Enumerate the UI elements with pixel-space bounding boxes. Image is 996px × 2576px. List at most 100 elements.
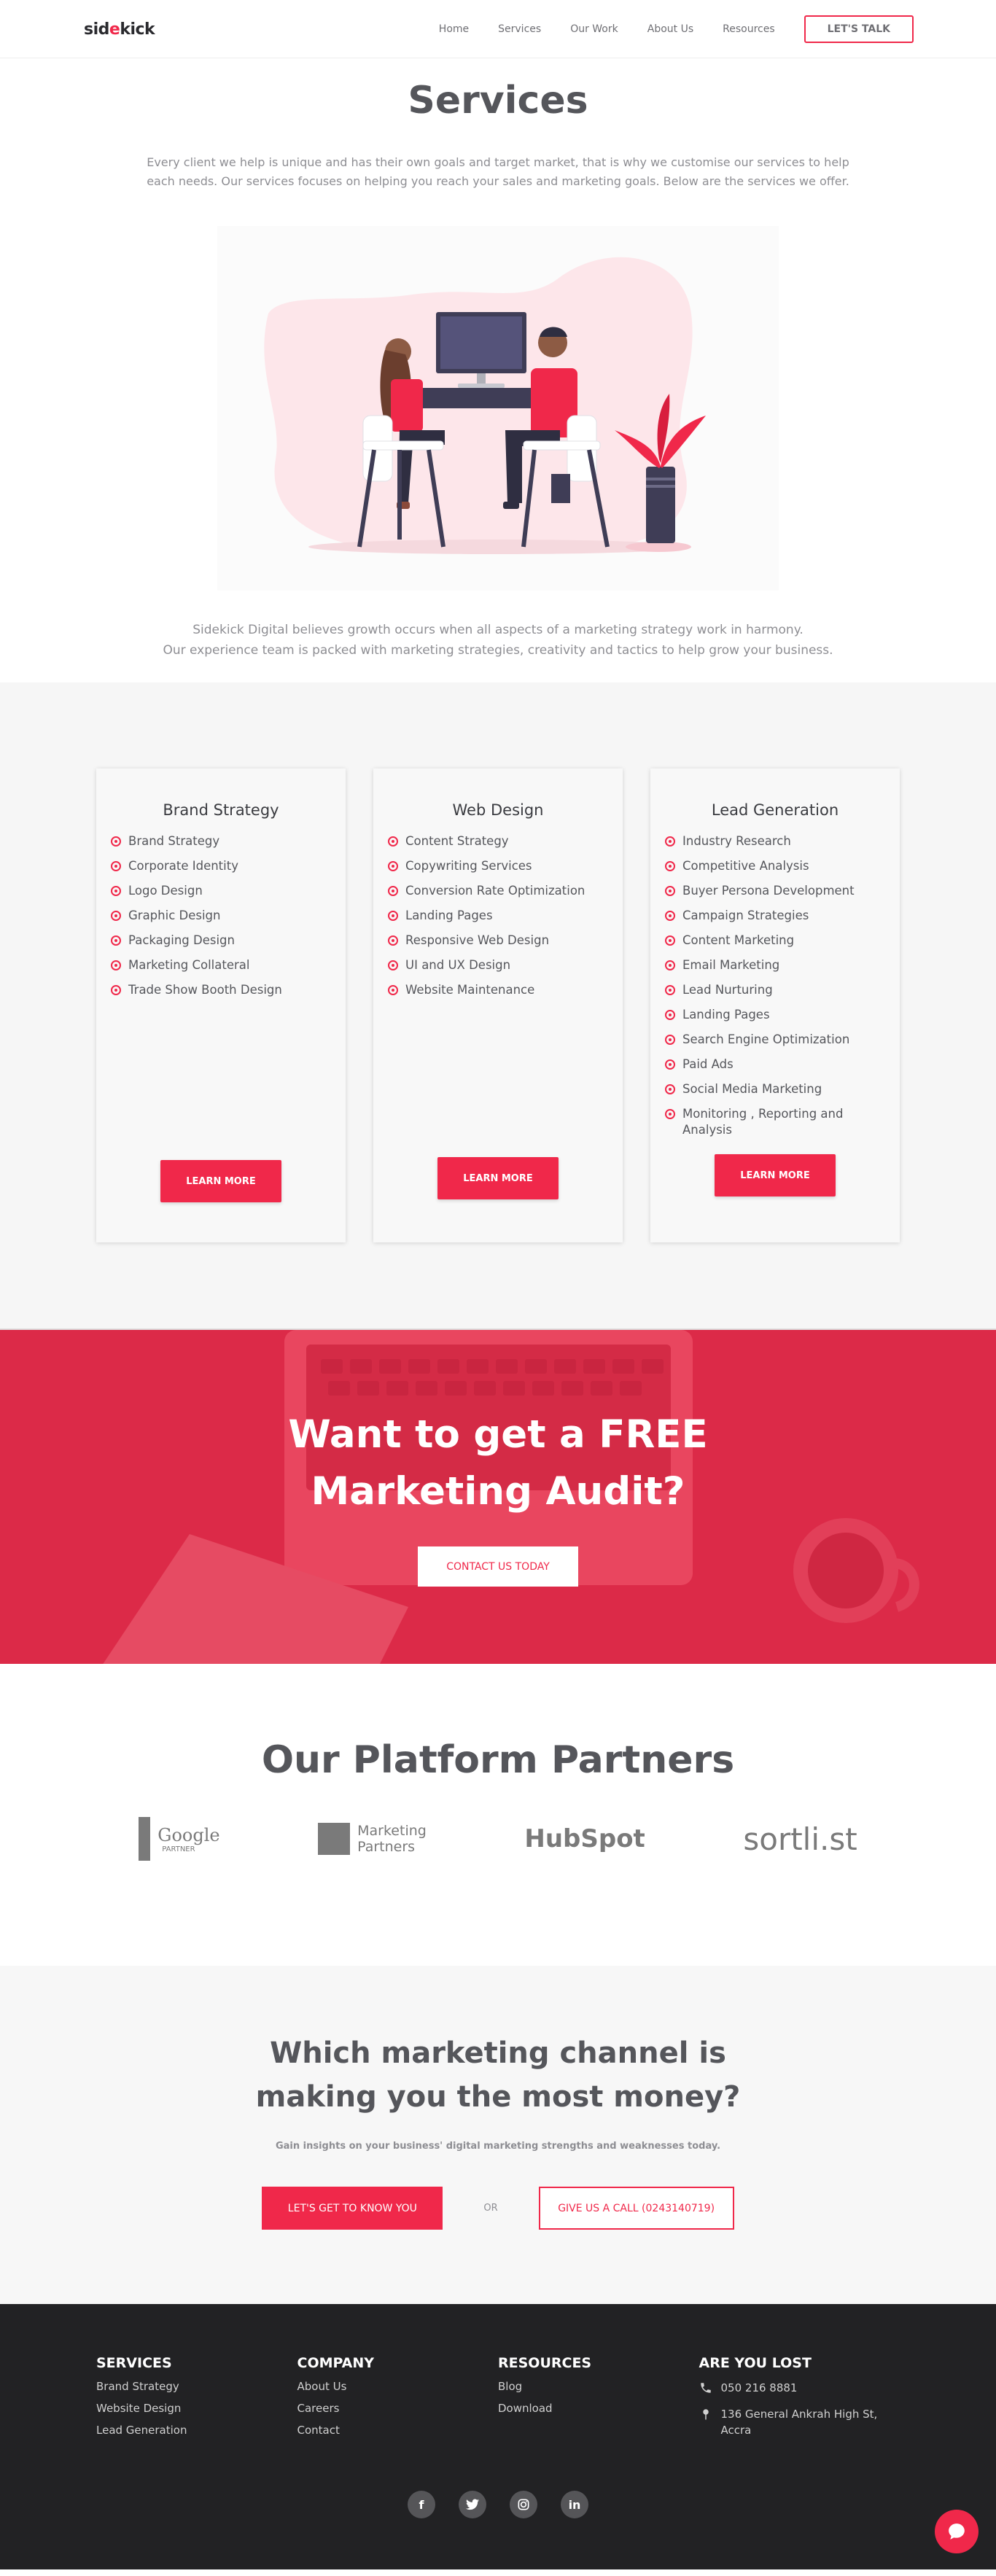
call-us-button[interactable]: GIVE US A CALL (0243140719): [538, 2187, 734, 2230]
circle-bullet-icon: [388, 935, 398, 946]
audit-heading: Want to get a FREE Marketing Audit?: [0, 1406, 996, 1520]
card-list: Content Strategy Copywriting Services Co…: [388, 833, 608, 998]
sortlist-logo: sortli.st: [743, 1821, 857, 1857]
circle-bullet-icon: [111, 960, 121, 970]
circle-bullet-icon: [388, 985, 398, 995]
learn-more-button[interactable]: LEARN MORE: [715, 1154, 836, 1196]
footer-link-blog[interactable]: Blog: [498, 2380, 699, 2393]
list-item: Responsive Web Design: [388, 933, 608, 949]
get-to-know-you-button[interactable]: LET'S GET TO KNOW YOU: [262, 2187, 443, 2230]
service-cards-section: Brand Strategy Brand Strategy Corporate …: [0, 682, 996, 1328]
list-item: Trade Show Booth Design: [111, 982, 331, 998]
card-brand-strategy: Brand Strategy Brand Strategy Corporate …: [96, 768, 346, 1242]
card-title: Brand Strategy: [163, 801, 279, 819]
twitter-icon[interactable]: [459, 2491, 486, 2518]
google-partner-logo: Google PARTNER: [139, 1817, 220, 1861]
circle-bullet-icon: [388, 886, 398, 896]
circle-bullet-icon: [665, 911, 675, 921]
circle-bullet-icon: [665, 985, 675, 995]
footer-heading: ARE YOU LOST: [699, 2355, 812, 2371]
facebook-icon[interactable]: f: [408, 2491, 435, 2518]
card-lead-generation: Lead Generation Industry Research Compet…: [650, 768, 900, 1242]
channel-cta-section: Which marketing channel is making you th…: [0, 1966, 996, 2304]
footer-link-website-design[interactable]: Website Design: [96, 2402, 297, 2415]
list-item: Campaign Strategies: [665, 908, 885, 924]
card-title: Lead Generation: [711, 801, 839, 819]
list-item: Social Media Marketing: [665, 1081, 885, 1097]
audit-heading-line-2: Marketing Audit?: [311, 1469, 685, 1514]
footer-link-careers[interactable]: Careers: [297, 2402, 499, 2415]
circle-bullet-icon: [665, 836, 675, 847]
contact-us-button[interactable]: CONTACT US TODAY: [418, 1546, 578, 1587]
circle-bullet-icon: [665, 1010, 675, 1020]
audit-heading-line-1: Want to get a FREE: [288, 1412, 708, 1457]
cta-subtitle: Gain insights on your business' digital …: [275, 2141, 721, 2152]
card-list: Industry Research Competitive Analysis B…: [665, 833, 885, 1138]
marketing-partners-logo: Marketing Partners: [318, 1823, 427, 1855]
list-item: Marketing Collateral: [111, 957, 331, 973]
partners-section: Our Platform Partners Google PARTNER Mar…: [0, 1664, 996, 1966]
list-item: Lead Nurturing: [665, 982, 885, 998]
footer-link-brand-strategy[interactable]: Brand Strategy: [96, 2380, 297, 2393]
chat-widget-button[interactable]: [935, 2510, 979, 2553]
footer-contact-column: ARE YOU LOST 050 216 8881 136 General An…: [699, 2355, 900, 2448]
footer-heading: COMPANY: [297, 2355, 375, 2371]
linkedin-icon[interactable]: in: [561, 2491, 588, 2518]
list-item: Monitoring , Reporting and Analysis: [665, 1106, 885, 1138]
circle-bullet-icon: [665, 935, 675, 946]
circle-bullet-icon: [111, 935, 121, 946]
list-item: Copywriting Services: [388, 858, 608, 874]
footer-link-about-us[interactable]: About Us: [297, 2380, 499, 2393]
circle-bullet-icon: [111, 886, 121, 896]
sidekick-logo[interactable]: sidekick: [84, 20, 155, 39]
list-item: Buyer Persona Development: [665, 883, 885, 899]
logo-dot: e: [109, 20, 120, 39]
hubspot-logo: HubSpot: [524, 1824, 645, 1853]
footer-heading: SERVICES: [96, 2355, 172, 2371]
list-item: Corporate Identity: [111, 858, 331, 874]
logo-text-start: sid: [84, 20, 109, 39]
circle-bullet-icon: [111, 985, 121, 995]
card-title: Web Design: [452, 801, 544, 819]
nav-resources[interactable]: Resources: [723, 23, 775, 35]
chat-bubble-icon: [949, 2524, 965, 2540]
lets-talk-button[interactable]: LET'S TALK: [804, 15, 914, 43]
footer-phone[interactable]: 050 216 8881: [699, 2380, 900, 2396]
footer-resources-column: RESOURCES Blog Download: [498, 2355, 699, 2448]
circle-bullet-icon: [111, 911, 121, 921]
list-item: Content Strategy: [388, 833, 608, 849]
list-item: Paid Ads: [665, 1057, 885, 1073]
list-item: Brand Strategy: [111, 833, 331, 849]
footer-link-contact[interactable]: Contact: [297, 2424, 499, 2437]
social-links: f in: [0, 2491, 996, 2518]
nav-about-us[interactable]: About Us: [647, 23, 693, 35]
circle-bullet-icon: [111, 861, 121, 871]
tagline-line-1: Sidekick Digital believes growth occurs …: [192, 623, 804, 637]
circle-bullet-icon: [665, 886, 675, 896]
footer-heading: RESOURCES: [498, 2355, 592, 2371]
logo-text-end: kick: [120, 20, 155, 39]
or-separator: OR: [483, 2203, 498, 2214]
learn-more-button[interactable]: LEARN MORE: [160, 1160, 281, 1202]
footer-link-lead-generation[interactable]: Lead Generation: [96, 2424, 297, 2437]
learn-more-button[interactable]: LEARN MORE: [437, 1157, 559, 1199]
circle-bullet-icon: [665, 1109, 675, 1119]
list-item: Search Engine Optimization: [665, 1032, 885, 1048]
page-title: Services: [408, 79, 588, 122]
list-item: Landing Pages: [388, 908, 608, 924]
circle-bullet-icon: [388, 861, 398, 871]
nav-home[interactable]: Home: [439, 23, 469, 35]
footer-company-column: COMPANY About Us Careers Contact: [297, 2355, 499, 2448]
list-item: Conversion Rate Optimization: [388, 883, 608, 899]
list-item: Content Marketing: [665, 933, 885, 949]
map-pin-icon: [702, 2409, 709, 2420]
nav-our-work[interactable]: Our Work: [570, 23, 618, 35]
cta-title: Which marketing channel is making you th…: [255, 2036, 741, 2114]
site-footer: SERVICES Brand Strategy Website Design L…: [0, 2304, 996, 2569]
list-item: Email Marketing: [665, 957, 885, 973]
tagline-line-2: Our experience team is packed with marke…: [163, 643, 833, 658]
footer-link-download[interactable]: Download: [498, 2402, 699, 2415]
nav-services[interactable]: Services: [498, 23, 541, 35]
instagram-icon[interactable]: [510, 2491, 537, 2518]
partner-logos: Google PARTNER Marketing Partners HubSpo…: [90, 1817, 906, 1861]
